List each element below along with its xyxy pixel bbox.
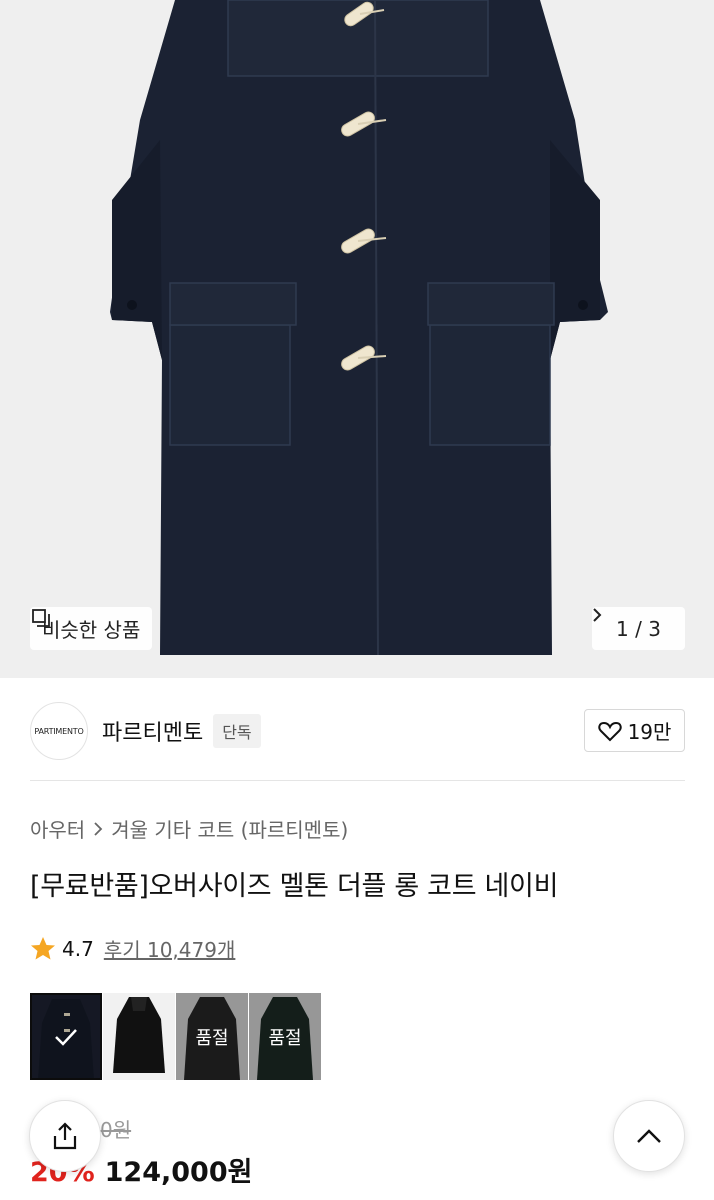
selected-check — [30, 993, 102, 1080]
chevron-right-icon — [593, 608, 602, 622]
heart-icon — [597, 721, 622, 741]
image-pager[interactable]: 1 / 3 — [592, 607, 685, 650]
color-option-black[interactable] — [103, 993, 175, 1080]
color-option-navy[interactable] — [30, 993, 102, 1080]
breadcrumb-subcategory[interactable]: 겨울 기타 코트 (파르티멘토) — [111, 814, 348, 843]
similar-items-label: 비슷한 상품 — [42, 618, 141, 642]
product-image[interactable]: 비슷한 상품 1 / 3 — [0, 0, 714, 678]
color-option-green[interactable]: 품절 — [249, 993, 321, 1080]
rating: 4.7 후기 10,479개 — [30, 934, 235, 963]
similar-items-icon — [32, 609, 50, 627]
breadcrumb-category[interactable]: 아우터 — [30, 814, 85, 843]
brand-name[interactable]: 파르티멘토 — [102, 715, 203, 747]
brand-logo[interactable]: PARTIMENTO — [30, 702, 88, 760]
check-icon — [55, 1028, 77, 1046]
scroll-top-button[interactable] — [613, 1100, 685, 1172]
brand-row: PARTIMENTO 파르티멘토 단독 19만 — [30, 702, 685, 760]
divider — [30, 780, 685, 781]
soldout-overlay: 품절 — [249, 993, 321, 1080]
chevron-right-icon — [94, 821, 103, 836]
product-title: [무료반품]오버사이즈 멜톤 더플 롱 코트 네이비 — [30, 871, 559, 902]
color-options: 품절 품절 — [30, 993, 321, 1080]
similar-items-button[interactable]: 비슷한 상품 — [30, 607, 153, 650]
star-icon — [31, 937, 55, 960]
image-pager-label: 1 / 3 — [616, 616, 661, 641]
reviews-link[interactable]: 후기 10,479개 — [104, 934, 236, 963]
thumbnail-image — [103, 993, 175, 1080]
breadcrumb: 아우터 겨울 기타 코트 (파르티멘토) — [30, 814, 348, 843]
share-icon — [53, 1122, 77, 1150]
color-option-charcoal[interactable]: 품절 — [176, 993, 248, 1080]
exclusive-badge: 단독 — [213, 714, 261, 748]
brand-logo-text: PARTIMENTO — [34, 726, 84, 736]
soldout-overlay: 품절 — [176, 993, 248, 1080]
like-button[interactable]: 19만 — [584, 709, 685, 752]
sale-price: 124,000원 — [104, 1157, 253, 1188]
chevron-up-icon — [637, 1129, 661, 1143]
rating-score: 4.7 — [62, 936, 94, 961]
coat-illustration — [0, 0, 714, 678]
like-count: 19만 — [627, 720, 672, 744]
share-button[interactable] — [29, 1100, 101, 1172]
